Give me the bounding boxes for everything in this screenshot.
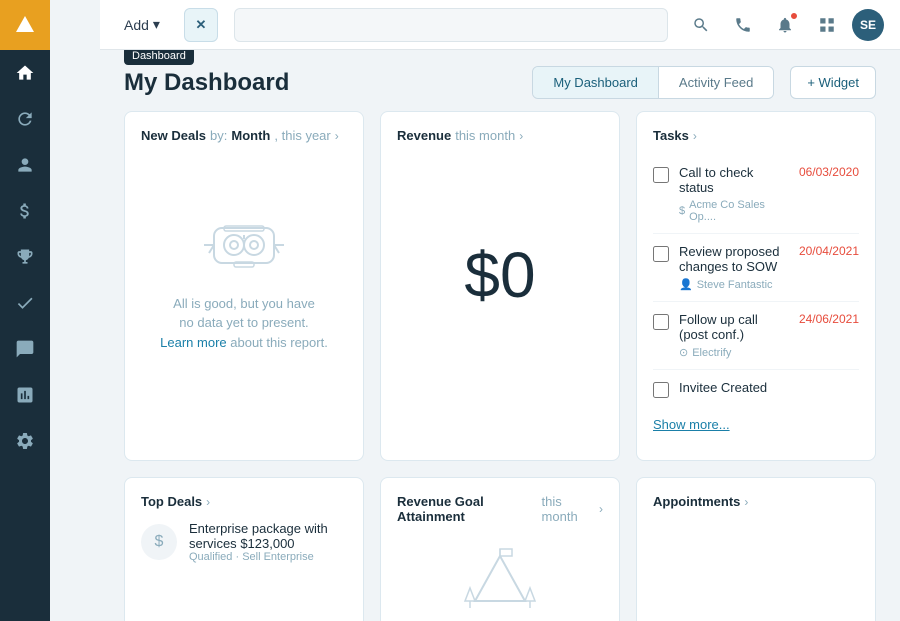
- task-meta-icon-3: ⊙: [679, 346, 688, 359]
- nav-home[interactable]: [0, 50, 50, 96]
- task-content-1: Call to check status $ Acme Co Sales Op.…: [679, 165, 789, 223]
- nav-deals[interactable]: [0, 188, 50, 234]
- task-item: Follow up call (post conf.) ⊙ Electrify …: [653, 302, 859, 370]
- new-deals-title: New Deals by: Month , this year ›: [141, 128, 347, 143]
- task-date-1: 06/03/2020: [799, 165, 859, 179]
- new-deals-widget: New Deals by: Month , this year ›: [124, 111, 364, 461]
- nav-refresh[interactable]: [0, 96, 50, 142]
- task-checkbox-3[interactable]: [653, 314, 669, 330]
- no-data-text: All is good, but you have no data yet to…: [160, 294, 328, 353]
- nav-tasks[interactable]: [0, 280, 50, 326]
- nav-settings[interactable]: [0, 418, 50, 464]
- revenue-goal-widget: Revenue Goal Attainment this month ›: [380, 477, 620, 621]
- deal-icon: $: [141, 524, 177, 560]
- tasks-title: Tasks ›: [653, 128, 859, 143]
- nav-messages[interactable]: [0, 326, 50, 372]
- main-content: Dashboard My Dashboard My Dashboard Acti…: [100, 50, 900, 621]
- revenue-goal-chevron-icon: ›: [599, 502, 603, 516]
- tasks-chevron-icon: ›: [693, 129, 697, 143]
- search-icon-btn[interactable]: [684, 8, 718, 42]
- close-icon-btn[interactable]: ✕: [184, 8, 218, 42]
- add-widget-button[interactable]: + Widget: [790, 66, 876, 99]
- page-header: Dashboard My Dashboard My Dashboard Acti…: [100, 50, 900, 111]
- task-content-3: Follow up call (post conf.) ⊙ Electrify: [679, 312, 789, 359]
- widgets-row-2: Top Deals › $ Enterprise package with se…: [100, 477, 900, 621]
- user-avatar[interactable]: SE: [852, 9, 884, 41]
- notification-icon-btn[interactable]: [768, 8, 802, 42]
- chevron-down-icon: ▾: [153, 16, 160, 33]
- header-actions: SE: [684, 8, 884, 42]
- grid-icon-btn[interactable]: [810, 8, 844, 42]
- task-content-4: Invitee Created: [679, 380, 859, 399]
- search-bar[interactable]: [234, 8, 668, 42]
- task-item: Call to check status $ Acme Co Sales Op.…: [653, 155, 859, 234]
- task-date-2: 20/04/2021: [799, 244, 859, 258]
- task-meta-1: $ Acme Co Sales Op....: [679, 199, 789, 223]
- deal-name: Enterprise package with services $123,00…: [189, 521, 347, 551]
- revenue-amount: $0: [397, 155, 603, 395]
- top-header: Add ▾ ✕ SE: [100, 0, 900, 50]
- task-checkbox-1[interactable]: [653, 167, 669, 183]
- task-meta-icon-1: $: [679, 205, 685, 217]
- task-title-2: Review proposed changes to SOW: [679, 244, 789, 274]
- top-deals-widget: Top Deals › $ Enterprise package with se…: [124, 477, 364, 621]
- task-content-2: Review proposed changes to SOW 👤 Steve F…: [679, 244, 789, 291]
- no-data-container: All is good, but you have no data yet to…: [141, 155, 347, 395]
- tab-my-dashboard[interactable]: My Dashboard: [533, 67, 659, 98]
- revenue-title: Revenue this month ›: [397, 128, 603, 143]
- task-title-3: Follow up call (post conf.): [679, 312, 789, 342]
- learn-more-link[interactable]: Learn more: [160, 335, 226, 350]
- revenue-chevron-icon: ›: [519, 129, 523, 143]
- revenue-goal-title: Revenue Goal Attainment this month ›: [397, 494, 603, 524]
- title-area: Dashboard My Dashboard: [124, 69, 289, 97]
- task-meta-icon-2: 👤: [679, 278, 693, 291]
- header-center-icons: ✕: [184, 8, 218, 42]
- task-checkbox-4[interactable]: [653, 382, 669, 398]
- task-meta-3: ⊙ Electrify: [679, 346, 789, 359]
- nav-contacts[interactable]: [0, 142, 50, 188]
- goal-illustration: [397, 536, 603, 616]
- tasks-widget: Tasks › Call to check status $ Acme Co S…: [636, 111, 876, 461]
- top-deals-chevron-icon: ›: [206, 495, 210, 509]
- page-tabs: My Dashboard Activity Feed: [532, 66, 774, 99]
- page-title: My Dashboard: [124, 69, 289, 97]
- app-logo[interactable]: [0, 0, 50, 50]
- deal-meta: Qualified · Sell Enterprise: [189, 551, 347, 563]
- task-date-3: 24/06/2021: [799, 312, 859, 326]
- chevron-right-icon: ›: [335, 129, 339, 143]
- sidebar: [0, 0, 50, 621]
- nav-trophies[interactable]: [0, 234, 50, 280]
- task-title-1: Call to check status: [679, 165, 789, 195]
- notification-badge: [790, 12, 798, 20]
- deal-item: $ Enterprise package with services $123,…: [141, 521, 347, 563]
- add-button[interactable]: Add ▾: [116, 12, 168, 37]
- deal-info: Enterprise package with services $123,00…: [189, 521, 347, 563]
- no-data-illustration: [184, 198, 304, 278]
- search-input[interactable]: [245, 17, 657, 32]
- task-item: Review proposed changes to SOW 👤 Steve F…: [653, 234, 859, 302]
- widgets-row-1: New Deals by: Month , this year ›: [100, 111, 900, 477]
- appointments-title: Appointments ›: [653, 494, 859, 509]
- appointments-widget: Appointments ›: [636, 477, 876, 621]
- nav-reports[interactable]: [0, 372, 50, 418]
- show-more-link[interactable]: Show more...: [653, 417, 730, 432]
- dashboard-tooltip: Dashboard My Dashboard: [124, 69, 289, 97]
- tooltip-bubble: Dashboard: [124, 50, 194, 65]
- task-checkbox-2[interactable]: [653, 246, 669, 262]
- add-label: Add: [124, 17, 149, 33]
- task-meta-2: 👤 Steve Fantastic: [679, 278, 789, 291]
- appointments-chevron-icon: ›: [744, 495, 748, 509]
- task-list: Call to check status $ Acme Co Sales Op.…: [653, 155, 859, 409]
- top-deals-title: Top Deals ›: [141, 494, 347, 509]
- phone-icon-btn[interactable]: [726, 8, 760, 42]
- task-item: Invitee Created: [653, 370, 859, 409]
- revenue-widget: Revenue this month › $0: [380, 111, 620, 461]
- tab-activity-feed[interactable]: Activity Feed: [659, 67, 773, 98]
- task-title-4: Invitee Created: [679, 380, 859, 395]
